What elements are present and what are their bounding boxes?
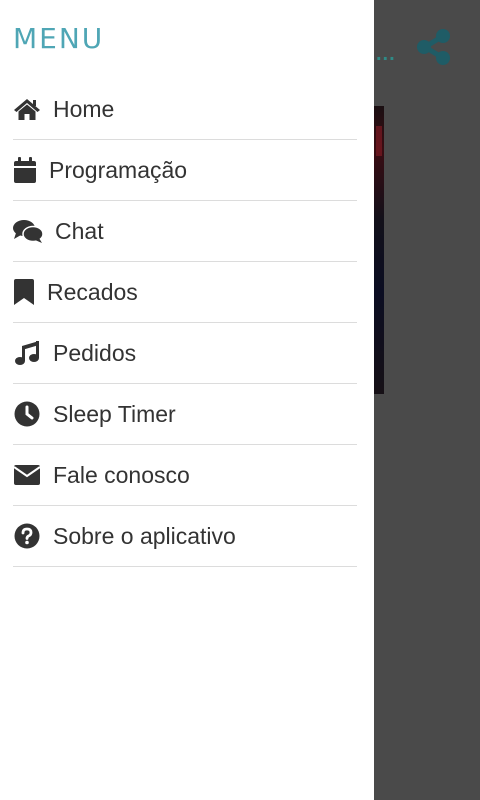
question-circle-icon	[13, 522, 41, 550]
share-button[interactable]	[414, 26, 456, 68]
menu-item-sobre[interactable]: Sobre o aplicativo	[13, 506, 357, 567]
menu-item-recados[interactable]: Recados	[13, 262, 357, 323]
menu-item-label: Chat	[55, 217, 104, 244]
menu-item-label: Sleep Timer	[53, 400, 176, 427]
background-image	[374, 106, 384, 394]
menu-item-label: Sobre o aplicativo	[53, 522, 236, 549]
menu-item-label: Recados	[47, 278, 138, 305]
screen: ... MENU Home Programação Chat Recados P…	[0, 0, 480, 800]
clock-icon	[13, 400, 41, 428]
chat-icon	[13, 217, 43, 245]
menu-item-label: Programação	[49, 156, 188, 183]
menu-item-fale-conosco[interactable]: Fale conosco	[13, 445, 357, 506]
envelope-icon	[13, 461, 41, 489]
menu-item-label: Home	[53, 95, 115, 122]
menu-item-sleep-timer[interactable]: Sleep Timer	[13, 384, 357, 445]
navigation-drawer: MENU Home Programação Chat Recados Pedid…	[0, 0, 374, 800]
music-icon	[13, 339, 41, 367]
menu-list: Home Programação Chat Recados Pedidos Sl…	[13, 79, 357, 567]
menu-title: MENU	[13, 22, 105, 55]
menu-item-label: Fale conosco	[53, 461, 190, 488]
menu-item-programacao[interactable]: Programação	[13, 140, 357, 201]
menu-item-pedidos[interactable]: Pedidos	[13, 323, 357, 384]
home-icon	[13, 95, 41, 123]
menu-item-label: Pedidos	[53, 339, 137, 366]
calendar-icon	[13, 156, 37, 184]
menu-item-home[interactable]: Home	[13, 79, 357, 140]
menu-item-chat[interactable]: Chat	[13, 201, 357, 262]
app-title-truncated: ...	[376, 43, 396, 65]
bookmark-icon	[13, 278, 35, 306]
share-icon	[417, 29, 450, 65]
